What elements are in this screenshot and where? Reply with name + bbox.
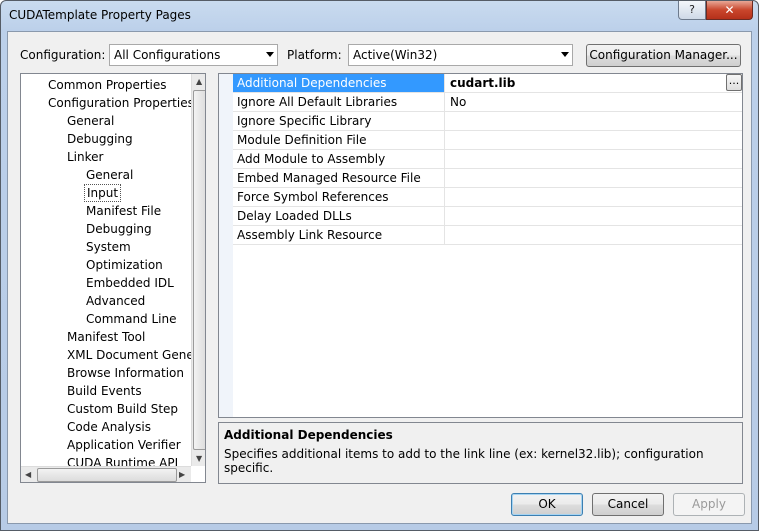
configuration-dropdown[interactable]: All Configurations [109, 44, 278, 66]
description-text: Specifies additional items to add to the… [224, 447, 704, 475]
property-value[interactable]: No [446, 93, 742, 111]
property-row[interactable]: Module Definition File [233, 131, 742, 150]
property-name[interactable]: Assembly Link Resource [233, 226, 445, 244]
tree-item[interactable]: Embedded IDL [84, 274, 176, 292]
tree-item[interactable]: Debugging [84, 220, 154, 238]
tree-item[interactable]: Advanced [84, 292, 147, 310]
property-row[interactable]: Embed Managed Resource File [233, 169, 742, 188]
property-name[interactable]: Add Module to Assembly [233, 150, 445, 168]
tree-item[interactable]: Browse Information [65, 364, 186, 382]
property-value[interactable]: cudart.lib [446, 74, 742, 92]
property-value[interactable] [446, 226, 742, 244]
configuration-value: All Configurations [114, 48, 221, 62]
tree-item[interactable]: Debugging [65, 130, 135, 148]
tree-horizontal-scroll-thumb[interactable] [37, 468, 177, 482]
ok-button[interactable]: OK [511, 493, 583, 516]
tree-item[interactable]: General [65, 112, 116, 130]
property-name[interactable]: Ignore Specific Library [233, 112, 445, 130]
platform-label: Platform: [287, 48, 342, 62]
property-name[interactable]: Delay Loaded DLLs [233, 207, 445, 225]
property-pages-window: CUDATemplate Property Pages ? ✕ Configur… [0, 0, 759, 531]
tree-item[interactable]: Linker [65, 148, 105, 166]
property-value[interactable] [446, 131, 742, 149]
tree-item[interactable]: Custom Build Step [65, 400, 180, 418]
tree-item[interactable]: Manifest File [84, 202, 163, 220]
tree-item[interactable]: Optimization [84, 256, 165, 274]
property-value[interactable] [446, 188, 742, 206]
ellipsis-button[interactable]: ... [726, 74, 742, 91]
tree-item[interactable]: Command Line [84, 310, 179, 328]
chevron-down-icon [266, 52, 274, 57]
tree-item[interactable]: Code Analysis [65, 418, 153, 436]
help-button[interactable]: ? [678, 1, 706, 20]
property-row[interactable]: Add Module to Assembly [233, 150, 742, 169]
tree-vertical-scroll-thumb[interactable] [193, 90, 205, 450]
scroll-right-icon[interactable]: ▶ [179, 470, 185, 479]
tree-item[interactable]: System [84, 238, 133, 256]
tree-item[interactable]: Configuration Properties [46, 94, 196, 112]
dialog-client-area: Configuration: All Configurations Platfo… [7, 31, 752, 524]
tree-item[interactable]: XML Document Genera [65, 346, 205, 364]
cancel-button[interactable]: Cancel [592, 493, 664, 516]
property-value[interactable] [446, 150, 742, 168]
tree-item[interactable]: Manifest Tool [65, 328, 147, 346]
grid-margin [219, 74, 233, 417]
property-row[interactable]: Assembly Link Resource [233, 226, 742, 245]
property-value[interactable] [446, 207, 742, 225]
property-row[interactable]: Additional Dependencies cudart.lib... [233, 74, 742, 93]
property-name[interactable]: Embed Managed Resource File [233, 169, 445, 187]
property-row[interactable]: Ignore All Default Libraries No [233, 93, 742, 112]
platform-value: Active(Win32) [353, 48, 438, 62]
property-name[interactable]: Additional Dependencies [233, 74, 445, 92]
title-bar[interactable]: CUDATemplate Property Pages ? ✕ [1, 1, 758, 31]
tree-horizontal-scrollbar[interactable]: ◀ ▶ [21, 466, 191, 482]
tree-item[interactable]: Build Events [65, 382, 144, 400]
description-title: Additional Dependencies [224, 428, 393, 442]
scroll-up-icon[interactable]: ▲ [196, 77, 202, 86]
property-value[interactable] [446, 169, 742, 187]
property-name[interactable]: Ignore All Default Libraries [233, 93, 445, 111]
close-button[interactable]: ✕ [706, 1, 753, 20]
platform-dropdown[interactable]: Active(Win32) [348, 44, 573, 66]
scroll-left-icon[interactable]: ◀ [25, 470, 31, 479]
description-panel: Additional Dependencies Specifies additi… [218, 422, 743, 484]
tree-item[interactable]: Application Verifier [65, 436, 183, 454]
tree-item[interactable]: Common Properties [46, 76, 169, 94]
property-name[interactable]: Module Definition File [233, 131, 445, 149]
property-grid[interactable]: Additional Dependencies cudart.lib... Igno… [218, 73, 743, 418]
tree-vertical-scrollbar[interactable]: ▲ ▼ [191, 74, 205, 466]
scroll-down-icon[interactable]: ▼ [196, 454, 202, 463]
configuration-label: Configuration: [20, 48, 106, 62]
window-title: CUDATemplate Property Pages [9, 8, 191, 22]
chevron-down-icon [561, 52, 569, 57]
apply-button[interactable]: Apply [673, 493, 745, 516]
property-value[interactable] [446, 112, 742, 130]
property-row[interactable]: Ignore Specific Library [233, 112, 742, 131]
configuration-manager-button[interactable]: Configuration Manager... [586, 44, 741, 67]
property-name[interactable]: Force Symbol References [233, 188, 445, 206]
tree-item[interactable]: General [84, 166, 135, 184]
property-row[interactable]: Delay Loaded DLLs [233, 207, 742, 226]
tree-item[interactable]: Input [84, 184, 122, 202]
property-tree[interactable]: Common Properties Configuration Propertie… [20, 73, 206, 483]
property-row[interactable]: Force Symbol References [233, 188, 742, 207]
